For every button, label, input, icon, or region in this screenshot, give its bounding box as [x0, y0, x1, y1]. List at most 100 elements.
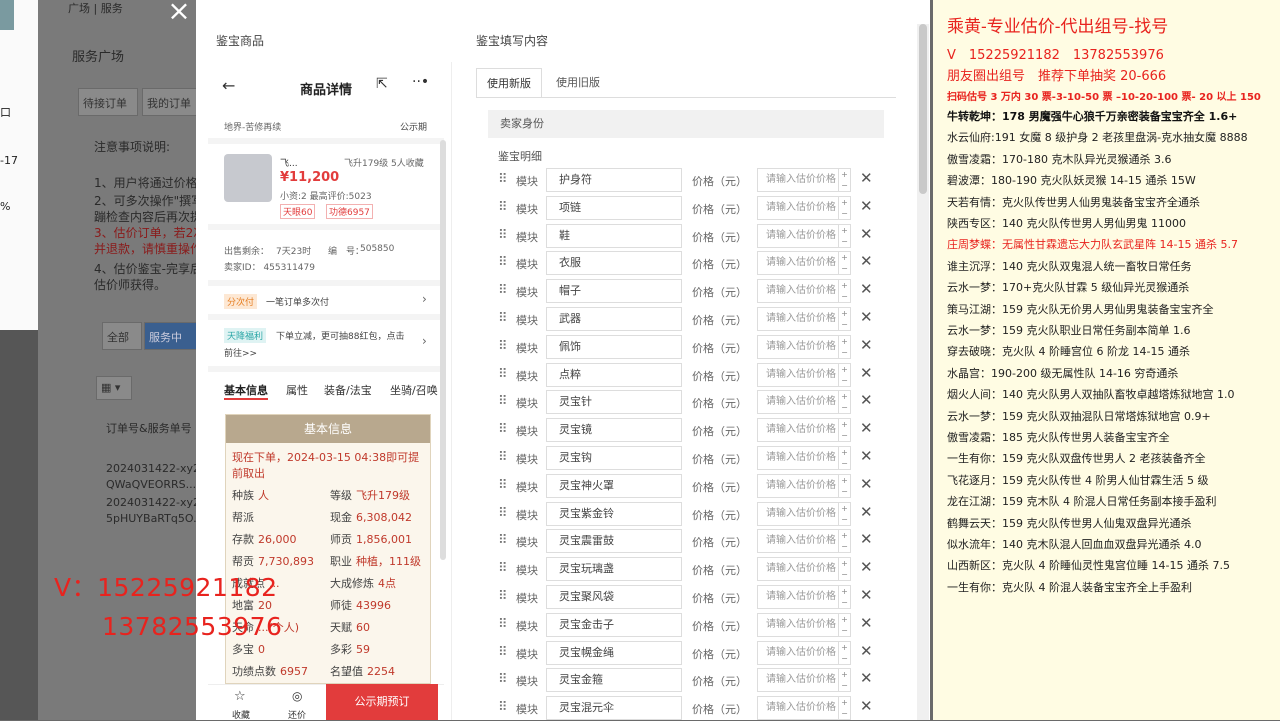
drag-handle-icon[interactable]: ⠿ [498, 589, 507, 604]
remove-icon[interactable]: ✕ [860, 364, 873, 382]
remove-icon[interactable]: ✕ [860, 642, 873, 660]
drag-handle-icon[interactable]: ⠿ [498, 533, 507, 548]
remove-icon[interactable]: ✕ [860, 308, 873, 326]
remove-icon[interactable]: ✕ [860, 197, 873, 215]
module-name-field[interactable]: 帽子 [546, 279, 682, 304]
chevron-right-icon[interactable]: › [422, 292, 427, 306]
tab-new-version[interactable]: 使用新版 [476, 68, 542, 98]
price-stepper[interactable]: + − [839, 473, 851, 498]
chevron-right-icon[interactable]: › [422, 334, 427, 348]
price-stepper[interactable]: + − [839, 279, 851, 304]
module-name-field[interactable]: 灵宝震雷鼓 [546, 529, 682, 554]
price-input[interactable]: 请输入估价价格 [757, 612, 839, 637]
share-icon[interactable]: ⇱ [376, 76, 388, 92]
module-name-field[interactable]: 灵宝神火罩 [546, 473, 682, 498]
tab-old-version[interactable]: 使用旧版 [546, 68, 610, 98]
drag-handle-icon[interactable]: ⠿ [498, 506, 507, 521]
remove-icon[interactable]: ✕ [860, 336, 873, 354]
preview-scrollbar[interactable] [440, 140, 446, 560]
scrollbar-thumb[interactable] [919, 24, 927, 194]
price-stepper[interactable]: + − [839, 668, 851, 693]
price-input[interactable]: 请输入估价价格 [757, 418, 839, 443]
drag-handle-icon[interactable]: ⠿ [498, 617, 507, 632]
drag-handle-icon[interactable]: ⠿ [498, 367, 507, 382]
grid-view-toggle[interactable]: ▦ ▾ [96, 376, 132, 400]
preorder-button[interactable]: 公示期预订 [326, 684, 438, 720]
remove-icon[interactable]: ✕ [860, 280, 873, 298]
bargain-icon[interactable]: ◎ [292, 689, 302, 703]
module-name-field[interactable]: 灵宝紫金铃 [546, 501, 682, 526]
drag-handle-icon[interactable]: ⠿ [498, 422, 507, 437]
price-stepper[interactable]: + − [839, 529, 851, 554]
price-stepper[interactable]: + − [839, 418, 851, 443]
price-input[interactable]: 请输入估价价格 [757, 334, 839, 359]
price-input[interactable]: 请输入估价价格 [757, 168, 839, 192]
price-stepper[interactable]: + − [839, 640, 851, 665]
price-input[interactable]: 请输入估价价格 [757, 195, 839, 220]
price-input[interactable]: 请输入估价价格 [757, 473, 839, 498]
module-name-field[interactable]: 点粹 [546, 362, 682, 387]
price-stepper[interactable]: + − [839, 696, 851, 721]
price-input[interactable]: 请输入估价价格 [757, 668, 839, 693]
price-input[interactable]: 请输入估价价格 [757, 223, 839, 248]
remove-icon[interactable]: ✕ [860, 391, 873, 409]
remove-icon[interactable]: ✕ [860, 586, 873, 604]
price-input[interactable]: 请输入估价价格 [757, 696, 839, 721]
module-name-field[interactable]: 武器 [546, 307, 682, 331]
price-input[interactable]: 请输入估价价格 [757, 390, 839, 415]
bargain-label[interactable]: 还价 [288, 708, 306, 721]
module-name-field[interactable]: 衣服 [546, 251, 682, 276]
price-stepper[interactable]: + − [839, 362, 851, 387]
dialog-scrollbar[interactable] [917, 24, 929, 720]
remove-icon[interactable]: ✕ [860, 225, 873, 243]
price-input[interactable]: 请输入估价价格 [757, 501, 839, 526]
module-name-field[interactable]: 灵宝玩璃盏 [546, 557, 682, 582]
remove-icon[interactable]: ✕ [860, 447, 873, 465]
module-name-field[interactable]: 项链 [546, 195, 682, 220]
remove-icon[interactable]: ✕ [860, 169, 873, 187]
seller-identity-section[interactable]: 卖家身份 [488, 110, 884, 138]
drag-handle-icon[interactable]: ⠿ [498, 561, 507, 576]
remove-icon[interactable]: ✕ [860, 475, 873, 493]
price-stepper[interactable]: + − [839, 612, 851, 637]
price-input[interactable]: 请输入估价价格 [757, 557, 839, 582]
module-name-field[interactable]: 灵宝镜 [546, 418, 682, 443]
drag-handle-icon[interactable]: ⠿ [498, 200, 507, 215]
drag-handle-icon[interactable]: ⠿ [498, 478, 507, 493]
tab-equipment[interactable]: 装备/法宝 [324, 382, 372, 398]
more-icon[interactable]: ··• [412, 74, 429, 90]
module-name-field[interactable]: 灵宝钩 [546, 446, 682, 470]
price-stepper[interactable]: + − [839, 307, 851, 331]
favorite-label[interactable]: 收藏 [232, 708, 250, 721]
drag-handle-icon[interactable]: ⠿ [498, 311, 507, 326]
price-input[interactable]: 请输入估价价格 [757, 307, 839, 331]
back-icon[interactable]: ← [222, 76, 235, 95]
drag-handle-icon[interactable]: ⠿ [498, 700, 507, 715]
remove-icon[interactable]: ✕ [860, 503, 873, 521]
drag-handle-icon[interactable]: ⠿ [498, 672, 507, 687]
remove-icon[interactable]: ✕ [860, 530, 873, 548]
price-stepper[interactable]: + − [839, 585, 851, 609]
price-input[interactable]: 请输入估价价格 [757, 585, 839, 609]
filter-all[interactable]: 全部 [102, 322, 142, 350]
filter-service[interactable]: 服务中 [144, 322, 198, 350]
tab-basic-info[interactable]: 基本信息 [224, 382, 268, 400]
price-input[interactable]: 请输入估价价格 [757, 640, 839, 665]
price-input[interactable]: 请输入估价价格 [757, 362, 839, 387]
price-input[interactable]: 请输入估价价格 [757, 279, 839, 304]
price-input[interactable]: 请输入估价价格 [757, 446, 839, 470]
module-name-field[interactable]: 灵宝混元伞 [546, 696, 682, 721]
drag-handle-icon[interactable]: ⠿ [498, 228, 507, 243]
tab-attributes[interactable]: 属性 [286, 382, 308, 398]
module-name-field[interactable]: 护身符 [546, 168, 682, 192]
module-name-field[interactable]: 灵宝金击子 [546, 612, 682, 637]
drag-handle-icon[interactable]: ⠿ [498, 172, 507, 187]
module-name-field[interactable]: 佩饰 [546, 334, 682, 359]
tab-mounts[interactable]: 坐骑/召唤 [390, 382, 438, 398]
price-input[interactable]: 请输入估价价格 [757, 251, 839, 276]
drag-handle-icon[interactable]: ⠿ [498, 283, 507, 298]
drag-handle-icon[interactable]: ⠿ [498, 394, 507, 409]
module-name-field[interactable]: 灵宝金箍 [546, 668, 682, 693]
price-input[interactable]: 请输入估价价格 [757, 529, 839, 554]
price-stepper[interactable]: + − [839, 168, 851, 192]
